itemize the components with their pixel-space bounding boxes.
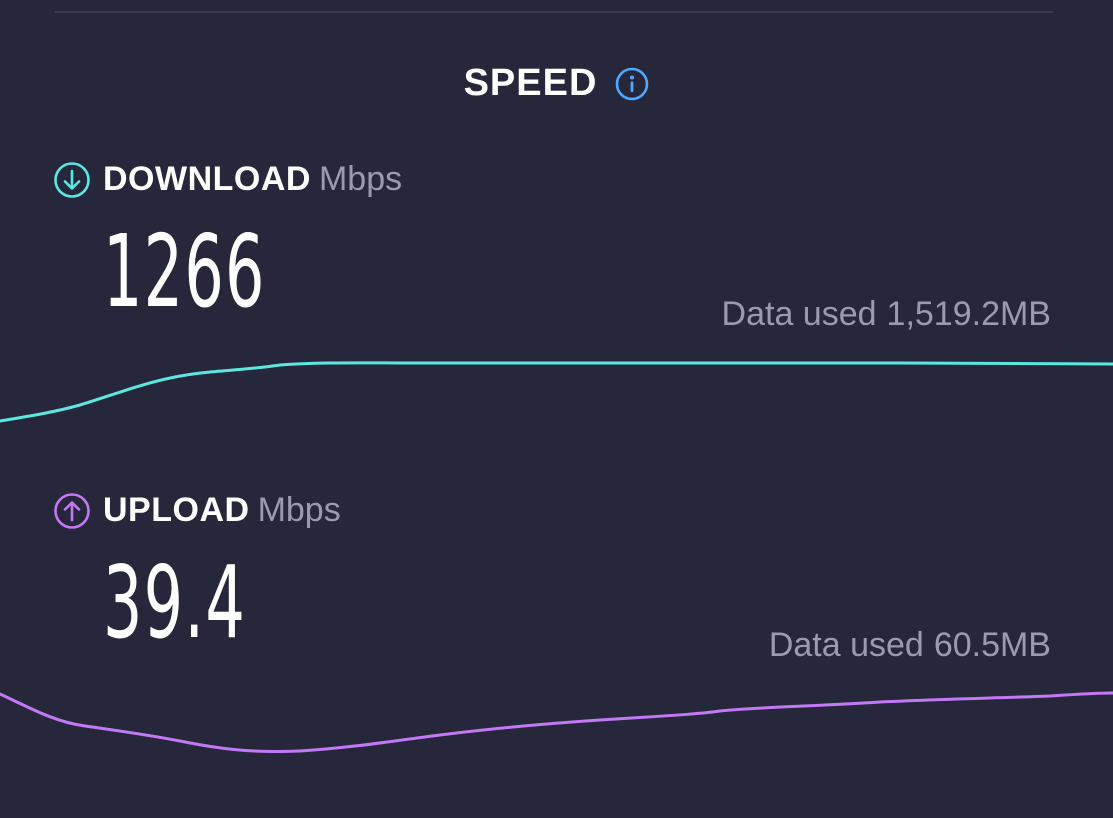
speed-results-screen: SPEED DOWNLOAD Mbps 1266 Data used 1,519.… [0, 0, 1113, 818]
download-graph-line [0, 361, 1113, 423]
upload-speed-graph [0, 691, 1113, 754]
upload-label: UPLOAD [103, 491, 250, 529]
arrow-down-circle-icon [53, 161, 91, 199]
info-icon[interactable] [615, 67, 649, 101]
speed-section-header: SPEED [0, 62, 1113, 105]
arrow-up-circle-icon [53, 492, 91, 530]
download-data-used-value: 1,519.2MB [886, 295, 1051, 333]
top-divider [55, 11, 1053, 13]
upload-speed-value: 39.4 [103, 544, 247, 661]
upload-header: UPLOAD Mbps [53, 491, 341, 530]
download-data-used-label: Data used [721, 295, 877, 333]
download-speed-graph [0, 361, 1113, 423]
download-data-used: Data used 1,519.2MB [722, 295, 1051, 334]
upload-graph-line [0, 691, 1113, 754]
download-unit: Mbps [318, 160, 403, 198]
download-label: DOWNLOAD [103, 160, 311, 198]
section-title: SPEED [463, 62, 598, 104]
upload-data-used-label: Data used [768, 626, 924, 664]
upload-unit: Mbps [257, 491, 341, 529]
download-header: DOWNLOAD Mbps [53, 160, 402, 199]
upload-data-used-value: 60.5MB [933, 626, 1051, 664]
upload-data-used: Data used 60.5MB [769, 626, 1051, 665]
download-speed-value: 1266 [103, 213, 266, 330]
